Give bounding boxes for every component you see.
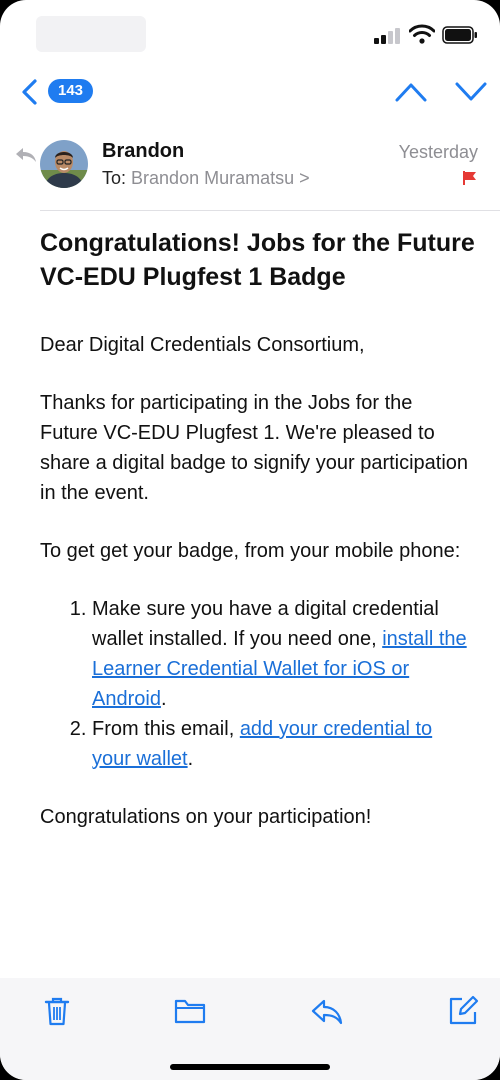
mail-screen: 143 Brandon To: Brandon Muramatsu > Yest… <box>0 0 500 1080</box>
recipient-chevron-icon: > <box>299 168 310 188</box>
closing: Congratulations on your participation! <box>40 806 372 828</box>
to-label: To: <box>102 168 127 188</box>
paragraph-instructions: To get get your badge, from your mobile … <box>40 540 461 562</box>
status-time-placeholder <box>36 16 146 52</box>
list-item: From this email, add your credential to … <box>92 714 472 774</box>
flag-icon <box>463 171 476 185</box>
trash-icon[interactable] <box>40 994 74 1028</box>
step2-end: . <box>187 748 194 770</box>
chevron-up-icon[interactable] <box>394 80 428 104</box>
avatar-photo <box>40 140 88 188</box>
list-item: Make sure you have a digital credential … <box>92 594 472 714</box>
recipient-name: Brandon Muramatsu <box>131 168 295 188</box>
signal-icon <box>374 28 400 44</box>
reply-icon[interactable] <box>310 994 344 1028</box>
compose-icon[interactable] <box>446 994 480 1028</box>
folder-icon[interactable] <box>173 994 207 1028</box>
message-subject: Congratulations! Jobs for the Future VC-… <box>40 229 475 291</box>
wifi-icon <box>409 24 435 44</box>
nav-bar: 143 <box>0 70 500 114</box>
battery-icon <box>442 26 477 44</box>
header-divider <box>40 210 500 211</box>
step1-end: . <box>160 688 167 710</box>
back-chevron-icon[interactable] <box>20 78 38 106</box>
chevron-down-icon[interactable] <box>454 80 488 104</box>
recipient-row[interactable]: To: Brandon Muramatsu > <box>102 168 310 189</box>
home-indicator[interactable] <box>170 1064 330 1070</box>
step2-text: From this email, <box>92 718 240 740</box>
replied-indicator-icon <box>16 148 36 162</box>
greeting: Dear Digital Credentials Consortium, <box>40 334 365 356</box>
message-date: Yesterday <box>398 142 478 162</box>
sender-name[interactable]: Brandon <box>102 140 184 163</box>
sender-avatar[interactable] <box>40 140 88 188</box>
message-body: Dear Digital Credentials Consortium, Tha… <box>40 330 472 860</box>
steps-list: Make sure you have a digital credential … <box>40 594 472 774</box>
status-bar <box>0 0 500 70</box>
paragraph-thanks: Thanks for participating in the Jobs for… <box>40 392 469 504</box>
unread-count-badge[interactable]: 143 <box>48 79 94 103</box>
